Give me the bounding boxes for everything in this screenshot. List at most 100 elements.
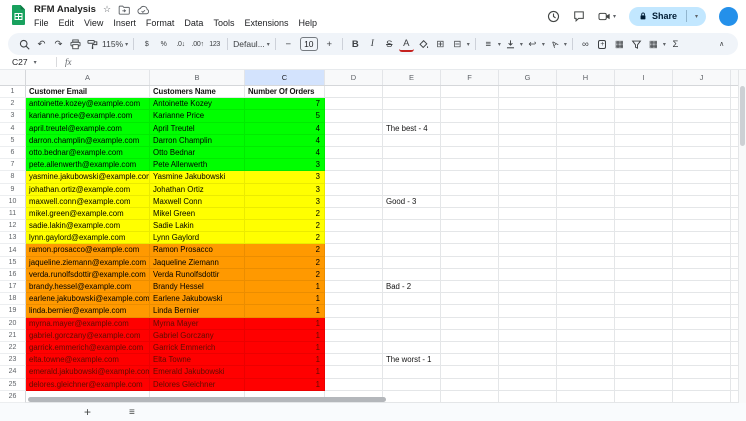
cell-B16[interactable]: Verda Runolfsdottir	[150, 268, 245, 281]
cell-J23[interactable]	[673, 354, 731, 367]
cell-B3[interactable]: Karianne Price	[150, 110, 245, 123]
column-header-H[interactable]: H	[557, 70, 615, 85]
cell-F18[interactable]	[441, 293, 499, 306]
cell-A1[interactable]: Customer Email	[26, 86, 150, 99]
cell-C1[interactable]: Number Of Orders	[245, 86, 325, 99]
menu-data[interactable]: Data	[179, 16, 208, 30]
cell-G14[interactable]	[499, 244, 557, 257]
cell-F10[interactable]	[441, 195, 499, 208]
currency-format-icon[interactable]: $	[139, 36, 154, 52]
cell-G9[interactable]	[499, 183, 557, 196]
cell-I14[interactable]	[615, 244, 673, 257]
insert-comment-icon[interactable]: +	[595, 36, 610, 52]
cell-D20[interactable]	[325, 317, 383, 330]
cell-J8[interactable]	[673, 171, 731, 184]
cell-I20[interactable]	[615, 317, 673, 330]
cell-C4[interactable]: 4	[245, 122, 325, 135]
cell-G10[interactable]	[499, 195, 557, 208]
row-header-3[interactable]: 3	[0, 110, 26, 123]
cell-E23[interactable]: The worst - 1	[383, 354, 441, 367]
cell-E26[interactable]	[383, 390, 441, 403]
cell-J20[interactable]	[673, 317, 731, 330]
cell-D23[interactable]	[325, 354, 383, 367]
share-caret-icon[interactable]: ▾	[695, 13, 698, 20]
cell-E24[interactable]	[383, 366, 441, 379]
cell-C22[interactable]: 1	[245, 341, 325, 355]
text-color-icon[interactable]: A	[398, 37, 414, 52]
cell-G3[interactable]	[499, 110, 557, 123]
cell-H9[interactable]	[557, 183, 615, 196]
row-header-17[interactable]: 17	[0, 281, 26, 294]
all-sheets-icon[interactable]: ≡	[129, 407, 135, 418]
cell-F19[interactable]	[441, 305, 499, 318]
cell-H5[interactable]	[557, 134, 615, 147]
cell-I21[interactable]	[615, 329, 673, 342]
cell-C9[interactable]: 3	[245, 183, 325, 196]
cell-B7[interactable]: Pete Allenwerth	[150, 159, 245, 172]
meet-icon[interactable]: ▾	[598, 11, 616, 22]
move-folder-icon[interactable]	[118, 4, 130, 15]
cell-J12[interactable]	[673, 220, 731, 233]
cell-F13[interactable]	[441, 232, 499, 245]
cell-D7[interactable]	[325, 159, 383, 172]
cell-H2[interactable]	[557, 98, 615, 111]
cell-J9[interactable]	[673, 183, 731, 196]
cell-I1[interactable]	[615, 86, 673, 99]
cell-B13[interactable]: Lynn Gaylord	[150, 232, 245, 245]
cell-E2[interactable]	[383, 98, 441, 111]
cell-E21[interactable]	[383, 329, 441, 342]
cell-H18[interactable]	[557, 293, 615, 306]
cell-D18[interactable]	[325, 293, 383, 306]
cell-A16[interactable]: verda.runolfsdottir@example.com	[26, 268, 150, 281]
merge-cells-icon-group[interactable]: ⊟ ▾	[450, 36, 470, 52]
cell-G21[interactable]	[499, 329, 557, 342]
cell-I5[interactable]	[615, 134, 673, 147]
row-header-22[interactable]: 22	[0, 341, 26, 355]
cell-J16[interactable]	[673, 268, 731, 281]
cell-C20[interactable]: 1	[245, 317, 325, 330]
cell-H16[interactable]	[557, 268, 615, 281]
cell-A7[interactable]: pete.allenwerth@example.com	[26, 159, 150, 172]
cell-G22[interactable]	[499, 341, 557, 355]
cell-A15[interactable]: jaqueline.ziemann@example.com	[26, 256, 150, 269]
cell-I10[interactable]	[615, 195, 673, 208]
text-wrap-icon[interactable]: ↩	[525, 36, 540, 52]
row-header-2[interactable]: 2	[0, 98, 26, 111]
cell-G24[interactable]	[499, 366, 557, 379]
cell-C10[interactable]: 3	[245, 195, 325, 208]
cell-J7[interactable]	[673, 159, 731, 172]
cell-G26[interactable]	[499, 390, 557, 403]
cell-F3[interactable]	[441, 110, 499, 123]
vertical-scrollbar-thumb[interactable]	[740, 86, 745, 146]
menu-extensions[interactable]: Extensions	[239, 16, 293, 30]
vertical-scrollbar[interactable]	[738, 70, 746, 403]
cell-A22[interactable]: garrick.emmerich@example.com	[26, 341, 150, 355]
cell-B22[interactable]: Garrick Emmerich	[150, 341, 245, 355]
cell-D21[interactable]	[325, 329, 383, 342]
menu-edit[interactable]: Edit	[54, 16, 80, 30]
redo-icon[interactable]: ↷	[51, 36, 66, 52]
row-header-6[interactable]: 6	[0, 146, 26, 160]
cell-H21[interactable]	[557, 329, 615, 342]
cell-G19[interactable]	[499, 305, 557, 318]
cell-E17[interactable]: Bad - 2	[383, 281, 441, 294]
cell-C14[interactable]: 2	[245, 244, 325, 257]
cell-A8[interactable]: yasmine.jakubowski@example.com	[26, 171, 150, 184]
cell-A6[interactable]: otto.bednar@example.com	[26, 146, 150, 160]
cell-H6[interactable]	[557, 146, 615, 160]
version-history-icon[interactable]	[547, 10, 560, 23]
row-header-24[interactable]: 24	[0, 366, 26, 379]
cell-E9[interactable]	[383, 183, 441, 196]
cell-B10[interactable]: Maxwell Conn	[150, 195, 245, 208]
cell-D19[interactable]	[325, 305, 383, 318]
cell-A18[interactable]: earlene.jakubowski@example.com	[26, 293, 150, 306]
cell-H22[interactable]	[557, 341, 615, 355]
cell-C21[interactable]: 1	[245, 329, 325, 342]
sheets-logo-icon[interactable]	[11, 5, 26, 25]
vertical-align-icon-group[interactable]: ▾	[503, 36, 523, 52]
cell-J17[interactable]	[673, 281, 731, 294]
cell-F23[interactable]	[441, 354, 499, 367]
cell-I9[interactable]	[615, 183, 673, 196]
cell-E5[interactable]	[383, 134, 441, 147]
cell-A11[interactable]: mikel.green@example.com	[26, 207, 150, 221]
